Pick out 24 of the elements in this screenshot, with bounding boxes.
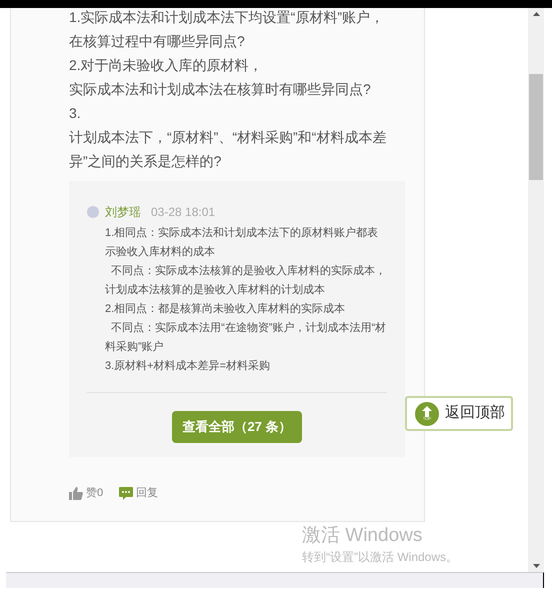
reply-text: 不同点：实际成本法核算的是验收入库材料的实际成本，计划成本法核算的是验收入库材料的计划成本 xyxy=(105,264,387,298)
activation-subtitle: 转到“设置”以激活 Windows。 xyxy=(302,549,458,566)
question-text: 3. xyxy=(69,104,82,123)
like-button[interactable]: 赞0 xyxy=(69,485,104,502)
reply-button[interactable]: 回复 xyxy=(119,485,158,502)
thumbs-up-icon xyxy=(69,486,83,500)
reply-text: 1.相同点：实际成本法和计划成本法下的原材料账户都表示验收入库材料的成本 xyxy=(105,226,380,260)
horizontal-scrollbar[interactable] xyxy=(6,572,544,588)
question-text: 实际成本法和计划成本法在核算时有哪些异同点? xyxy=(69,80,372,99)
question-text: 1.实际成本法和计划成本法下均设置“原材料”账户， xyxy=(69,8,385,27)
scrollbar[interactable] xyxy=(528,8,544,572)
question-text: 2.对于尚未验收入库的原材料， xyxy=(69,56,264,75)
question-text: 在核算过程中有哪些异同点? xyxy=(69,32,246,51)
reply-text: 2.相同点：都是核算尚未验收入库材料的实际成本 xyxy=(105,302,346,317)
avatar-icon xyxy=(87,206,99,218)
reply-text: 3.原材料+材料成本差异=材料采购 xyxy=(105,359,272,374)
activation-title: 激活 Windows xyxy=(302,524,424,548)
author-name[interactable]: 刘梦瑶 xyxy=(105,203,141,221)
reply-text: 不同点：实际成本法用“在途物资”账户，计划成本法用“材料采购”账户 xyxy=(105,320,387,355)
comment-icon xyxy=(119,486,134,500)
reply-time: 03-28 18:01 xyxy=(151,204,216,221)
scroll-thumb[interactable] xyxy=(529,74,543,180)
view-all-button[interactable]: 查看全部（27 条） xyxy=(172,411,302,443)
question-text: 计划成本法下，“原材料”、“材料采购”和“材料成本差异”之间的关系是怎样的? xyxy=(69,128,388,171)
